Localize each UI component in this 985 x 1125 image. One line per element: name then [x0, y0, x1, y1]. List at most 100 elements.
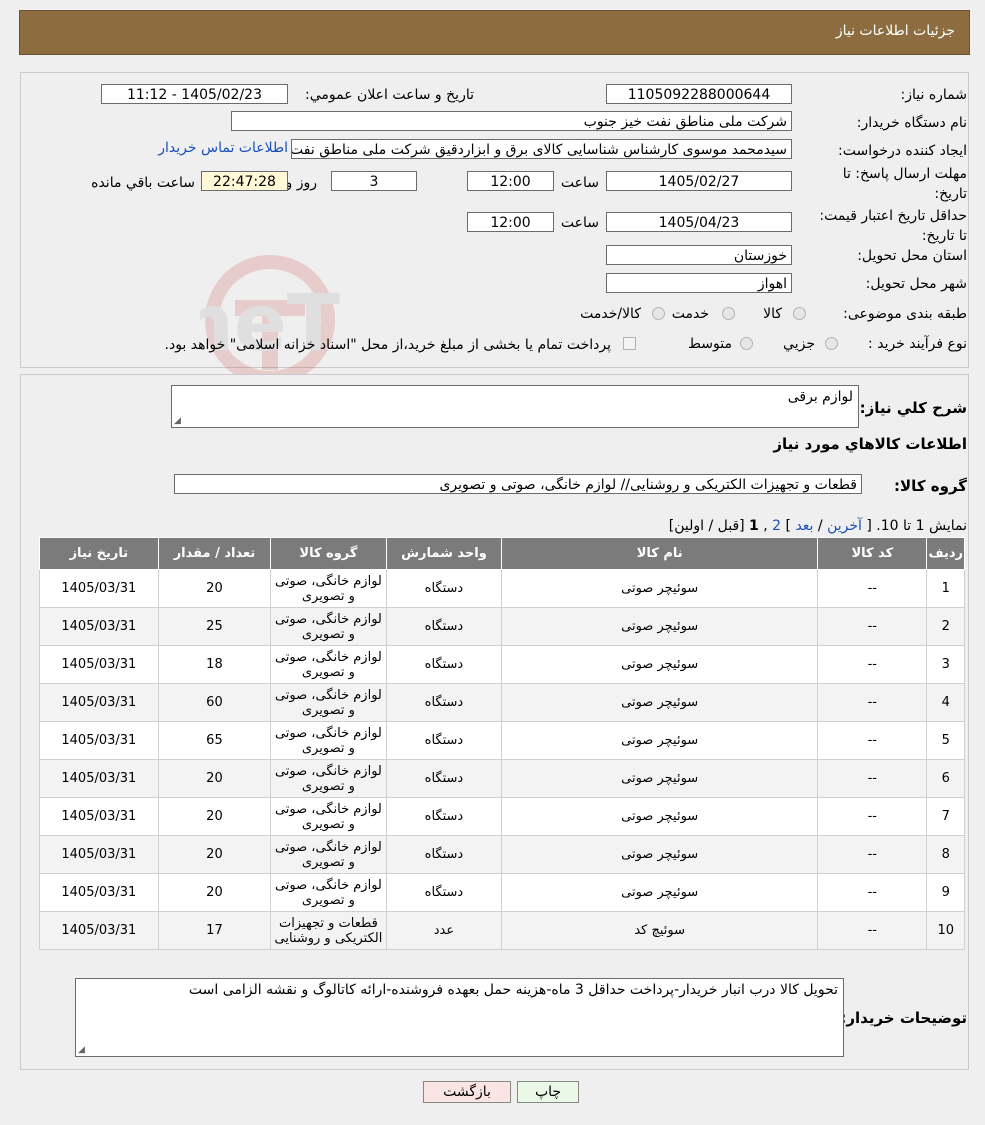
item-unit: دستگاه	[385, 607, 503, 646]
category-option-goods: کالا	[763, 306, 782, 322]
category-radio-service[interactable]	[722, 307, 735, 320]
table-row: 3 -- سوئیچر صوتی دستگاه لوازم خانگی، صوتی و …	[39, 645, 965, 684]
table-row: 7 -- سوئیچر صوتی دستگاه لوازم خانگی، صوتی و …	[39, 797, 965, 836]
process-label: نوع فرآيند خريد :	[868, 336, 967, 352]
remaining-label: ساعت باقي مانده	[91, 175, 195, 191]
print-button[interactable]: چاپ	[517, 1081, 579, 1103]
pagination-page-1: 1	[749, 518, 759, 534]
item-unit: دستگاه	[385, 797, 503, 836]
item-date: 1405/03/31	[39, 569, 159, 608]
category-option-service: خدمت	[671, 306, 709, 322]
category-option-both: کالا/خدمت	[580, 306, 641, 322]
item-group: لوازم خانگی، صوتی و تصویری	[270, 569, 387, 608]
need-number-field: 1105092288000644	[606, 84, 792, 104]
category-radio-both[interactable]	[652, 307, 665, 320]
buyer-org-field: شرکت ملی مناطق نفت خیز جنوب	[231, 111, 792, 131]
remaining-time-field: 22:47:28	[201, 171, 288, 191]
item-group: لوازم خانگی، صوتی و تصویری	[270, 721, 387, 760]
item-unit: عدد	[385, 911, 503, 950]
page-title: جزئیات اطلاعات نیاز	[835, 23, 955, 39]
buyer-notes-text: تحویل کالا درب انبار خریدار-پرداخت حداقل…	[188, 982, 838, 998]
reply-time-field: 12:00	[467, 171, 554, 191]
item-unit: دستگاه	[385, 645, 503, 684]
table-header-row: رديف کد کالا نام کالا واحد شمارش گروه کا…	[39, 537, 965, 570]
item-name: سوئیچر صوتی	[501, 873, 819, 912]
item-date: 1405/03/31	[39, 607, 159, 646]
resize-grip-icon: ◢	[78, 1045, 85, 1055]
row-number: 3	[926, 645, 965, 684]
payment-note: پرداخت تمام يا بخشی از مبلغ خريد،از محل …	[164, 337, 611, 353]
price-time-label: ساعت	[560, 215, 599, 231]
pagination-page-2[interactable]: 2	[772, 518, 781, 534]
process-option-medium: متوسط	[688, 336, 732, 352]
col-row: رديف	[926, 537, 965, 570]
city-field: اهواز	[606, 273, 792, 293]
item-name: سوئیچر صوتی	[501, 645, 819, 684]
resize-grip-icon: ◢	[174, 416, 181, 426]
treasury-checkbox[interactable]	[623, 337, 636, 350]
table-row: 1 -- سوئیچر صوتی دستگاه لوازم خانگی، صوتی و …	[39, 569, 965, 608]
category-label: طبقه بندی موضوعی:	[843, 306, 967, 322]
item-unit: دستگاه	[385, 683, 503, 722]
pagination-next[interactable]: بعد	[795, 518, 813, 534]
item-qty: 25	[157, 607, 272, 646]
item-code: --	[817, 645, 928, 684]
item-qty: 20	[157, 759, 272, 798]
back-button[interactable]: بازگشت	[423, 1081, 511, 1103]
summary-textarea: لوازم برقی ◢	[171, 385, 859, 428]
item-name: سوئیچر صوتی	[501, 569, 819, 608]
item-qty: 20	[157, 835, 272, 874]
summary-label: شرح كلي نياز:	[859, 399, 967, 417]
creator-field: سیدمحمد موسوی کارشناس شناسایی کالای برق …	[291, 139, 792, 159]
goods-group-label: گروه کالا:	[894, 477, 967, 495]
buyer-org-label: نام دستگاه خريدار:	[856, 115, 967, 131]
table-row: 5 -- سوئیچر صوتی دستگاه لوازم خانگی، صوتی و …	[39, 721, 965, 760]
category-radio-goods[interactable]	[793, 307, 806, 320]
item-group: لوازم خانگی، صوتی و تصویری	[270, 683, 387, 722]
pagination-last[interactable]: آخرین	[827, 518, 862, 534]
item-name: سوئیچر صوتی	[501, 683, 819, 722]
col-date: تاريخ نياز	[39, 537, 159, 570]
item-code: --	[817, 683, 928, 722]
col-group: گروه کالا	[270, 537, 387, 570]
process-radio-minor[interactable]	[825, 337, 838, 350]
buyer-contact-link[interactable]: اطلاعات تماس خریدار	[158, 140, 288, 156]
page-header: جزئیات اطلاعات نیاز	[19, 10, 970, 55]
items-table: رديف کد کالا نام کالا واحد شمارش گروه کا…	[39, 537, 965, 950]
item-qty: 20	[157, 569, 272, 608]
buyer-notes-label: توضيحات خريدار:	[840, 1009, 967, 1027]
reply-time-label: ساعت	[560, 175, 599, 191]
table-row: 2 -- سوئیچر صوتی دستگاه لوازم خانگی، صوتی و …	[39, 607, 965, 646]
item-name: سوئیچر صوتی	[501, 607, 819, 646]
item-name: سوئیچر صوتی	[501, 721, 819, 760]
item-date: 1405/03/31	[39, 873, 159, 912]
goods-group-field: قطعات و تجهیزات الکتریکی و روشنایی// لوا…	[174, 474, 862, 494]
item-code: --	[817, 721, 928, 760]
item-date: 1405/03/31	[39, 645, 159, 684]
table-row: 4 -- سوئیچر صوتی دستگاه لوازم خانگی، صوتی و …	[39, 683, 965, 722]
item-unit: دستگاه	[385, 835, 503, 874]
item-group: لوازم خانگی، صوتی و تصویری	[270, 873, 387, 912]
item-unit: دستگاه	[385, 873, 503, 912]
item-unit: دستگاه	[385, 721, 503, 760]
need-number-label: شماره نیاز:	[900, 87, 968, 103]
item-date: 1405/03/31	[39, 759, 159, 798]
item-group: لوازم خانگی، صوتی و تصویری	[270, 607, 387, 646]
item-qty: 60	[157, 683, 272, 722]
pagination-close: ]	[785, 518, 791, 534]
province-field: خوزستان	[606, 245, 792, 265]
table-row: 10 -- سوئیچ کد عدد قطعات و تجهیزات الکتریکی …	[39, 911, 965, 950]
item-code: --	[817, 607, 928, 646]
process-radio-medium[interactable]	[740, 337, 753, 350]
row-number: 7	[926, 797, 965, 836]
col-unit: واحد شمارش	[385, 537, 503, 570]
item-name: سوئیچر صوتی	[501, 797, 819, 836]
row-number: 1	[926, 569, 965, 608]
col-qty: تعداد / مقدار	[157, 537, 272, 570]
row-number: 8	[926, 835, 965, 874]
row-number: 4	[926, 683, 965, 722]
col-code: کد کالا	[817, 537, 928, 570]
row-number: 2	[926, 607, 965, 646]
pagination: نمایش 1 تا 10. [ آخرین / بعد ] 2 , 1 [قب…	[669, 518, 967, 534]
item-qty: 65	[157, 721, 272, 760]
